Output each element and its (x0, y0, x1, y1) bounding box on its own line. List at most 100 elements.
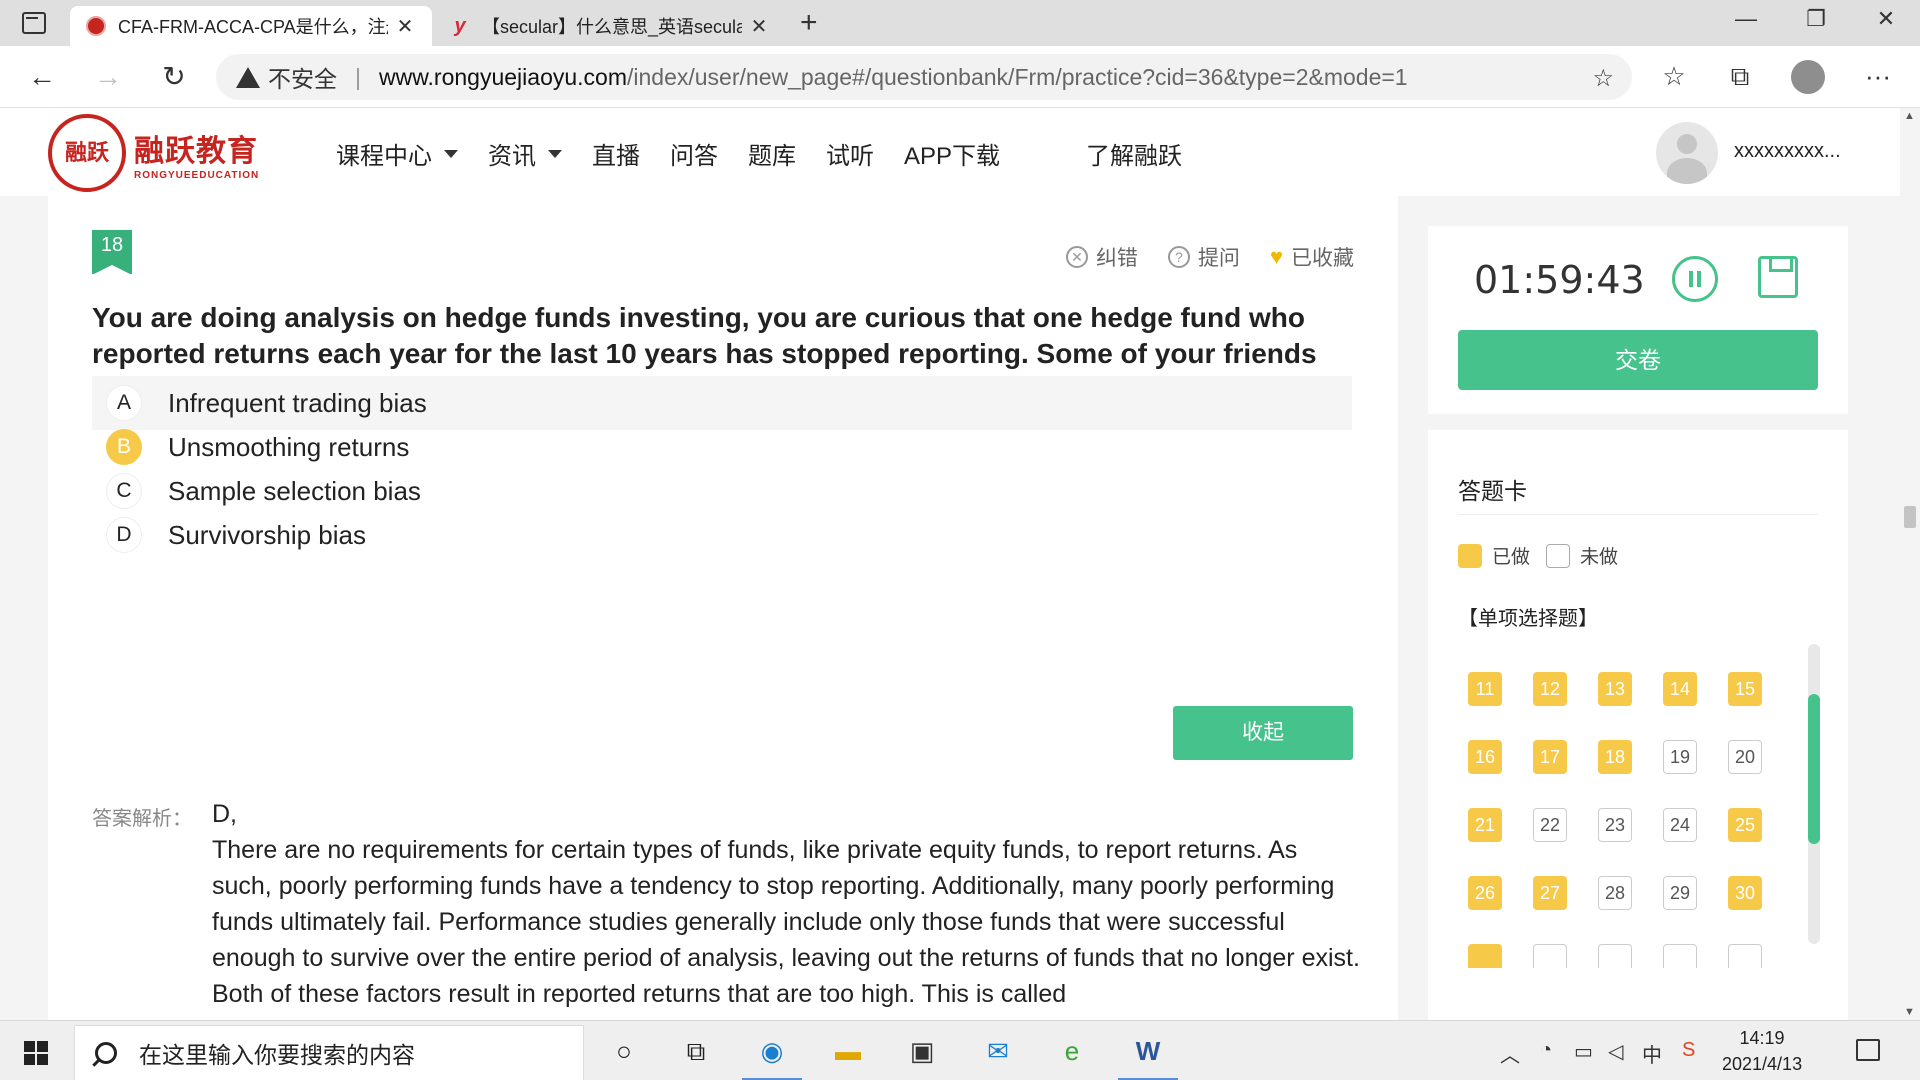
site-logo[interactable]: 融跃 融跃教育 RONGYUEEDUCATION (48, 114, 259, 192)
question-cell[interactable]: 23 (1598, 808, 1632, 842)
scrollbar-thumb[interactable] (1904, 506, 1916, 528)
scrollbar-thumb[interactable] (1808, 694, 1820, 844)
divider (1458, 514, 1818, 515)
question-cell[interactable] (1598, 944, 1632, 968)
collapse-button[interactable]: 收起 (1173, 706, 1353, 760)
menu-item-qa[interactable]: 问答 (670, 136, 718, 171)
page-scrollbar[interactable]: ▲ ▼ (1900, 108, 1920, 1020)
question-cell[interactable]: 26 (1468, 876, 1502, 910)
sogou-icon[interactable]: S (1682, 1039, 1695, 1062)
add-favorite-icon[interactable]: ☆ (1592, 64, 1614, 93)
tab-secular[interactable]: y 【secular】什么意思_英语secular… ✕ (440, 6, 780, 46)
pause-icon[interactable] (1672, 256, 1718, 302)
question-cell[interactable]: 17 (1533, 740, 1567, 774)
tab-close-icon[interactable]: ✕ (748, 14, 770, 39)
address-bar[interactable]: 不安全 | www.rongyuejiaoyu.com/index/user/n… (216, 54, 1632, 100)
question-cell[interactable] (1728, 944, 1762, 968)
question-cell[interactable]: 20 (1728, 740, 1762, 774)
question-cell[interactable]: 24 (1663, 808, 1697, 842)
minimize-button[interactable]: — (1726, 6, 1766, 32)
more-menu-icon[interactable]: ··· (1858, 58, 1898, 94)
menu-item-about[interactable]: 了解融跃 (1086, 136, 1182, 171)
menu-item-courses[interactable]: 课程中心 (336, 136, 458, 171)
question-cell[interactable]: 25 (1728, 808, 1762, 842)
collections-icon[interactable]: ⧉ (1720, 58, 1760, 94)
logo-seal: 融跃 (48, 114, 126, 192)
restore-button[interactable]: ❐ (1796, 6, 1836, 32)
question-cell[interactable]: 19 (1663, 740, 1697, 774)
scroll-up-icon[interactable]: ▲ (1904, 110, 1915, 122)
warning-icon[interactable] (236, 66, 260, 88)
browser-tab-bar: CFA-FRM-ACCA-CPA是什么，注册… ✕ y 【secular】什么意… (0, 0, 1920, 46)
question-cell[interactable]: 13 (1598, 672, 1632, 706)
forward-button[interactable]: → (88, 60, 128, 94)
browser-toolbar: ← → ↻ 不安全 | www.rongyuejiaoyu.com/index/… (0, 46, 1920, 108)
taskbar-search-input[interactable]: 在这里输入你要搜索的内容 (74, 1025, 584, 1080)
question-cell[interactable] (1663, 944, 1697, 968)
menu-item-news[interactable]: 资讯 (488, 136, 562, 171)
favorite-label: 已收藏 (1291, 247, 1354, 270)
close-window-button[interactable]: ✕ (1866, 6, 1906, 32)
file-explorer-icon[interactable]: ▬ (828, 1031, 868, 1071)
question-cell[interactable]: 16 (1468, 740, 1502, 774)
heart-icon: ♥ (1269, 244, 1283, 269)
favorites-icon[interactable]: ☆ (1654, 58, 1694, 94)
report-error-button[interactable]: ✕ 纠错 (1065, 242, 1138, 272)
tab-actions-icon[interactable] (22, 12, 46, 34)
notification-icon[interactable] (1856, 1039, 1880, 1061)
cortana-icon[interactable]: ○ (604, 1031, 644, 1071)
question-cell[interactable]: 22 (1533, 808, 1567, 842)
ie-browser-icon[interactable]: e (1052, 1031, 1092, 1071)
question-cell[interactable]: 30 (1728, 876, 1762, 910)
scroll-down-icon[interactable]: ▼ (1904, 1006, 1915, 1018)
menu-item-trial[interactable]: 试听 (826, 136, 874, 171)
question-cell[interactable] (1533, 944, 1567, 968)
answer-card-scrollbar[interactable] (1808, 644, 1820, 944)
user-name[interactable]: xxxxxxxxx... (1734, 140, 1841, 163)
volume-icon[interactable]: ◁ (1608, 1039, 1623, 1064)
menu-item-live[interactable]: 直播 (592, 136, 640, 171)
question-cell[interactable]: 18 (1598, 740, 1632, 774)
show-hidden-icons[interactable]: ︿ (1500, 1039, 1520, 1068)
user-avatar[interactable] (1656, 122, 1718, 184)
favorite-button[interactable]: ♥ 已收藏 (1270, 242, 1354, 272)
question-cell[interactable]: 11 (1468, 672, 1502, 706)
windows-start-icon[interactable] (24, 1041, 48, 1065)
site-logo-favicon-icon (86, 16, 106, 36)
ask-question-button[interactable]: ? 提问 (1167, 242, 1240, 272)
question-cell[interactable]: 15 (1728, 672, 1762, 706)
taskbar-clock[interactable]: 14:19 2021/4/13 (1722, 1025, 1802, 1077)
word-icon[interactable]: W (1118, 1031, 1178, 1080)
question-cell[interactable]: 21 (1468, 808, 1502, 842)
option-d[interactable]: D Survivorship bias (92, 508, 1352, 562)
question-cell[interactable]: 12 (1533, 672, 1567, 706)
option-text: Unsmoothing returns (168, 431, 410, 462)
question-actions: ✕ 纠错 ? 提问 ♥ 已收藏 (1036, 242, 1354, 272)
question-cell[interactable]: 28 (1598, 876, 1632, 910)
menu-item-app-download[interactable]: APP下载 (904, 136, 1000, 171)
save-icon[interactable] (1758, 256, 1798, 298)
question-cell[interactable] (1468, 944, 1502, 968)
question-panel: 18 ✕ 纠错 ? 提问 ♥ 已收藏 You are doing analysi… (48, 196, 1398, 1020)
url-separator: | (355, 63, 361, 90)
tab-close-icon[interactable]: ✕ (394, 14, 416, 39)
edge-browser-icon[interactable]: ◉ (742, 1031, 802, 1080)
tab-cfa-frm[interactable]: CFA-FRM-ACCA-CPA是什么，注册… ✕ (70, 6, 432, 46)
profile-avatar[interactable] (1791, 60, 1825, 94)
task-view-icon[interactable]: ⧉ (676, 1031, 716, 1071)
question-cell[interactable]: 29 (1663, 876, 1697, 910)
ime-indicator[interactable]: 中 (1642, 1039, 1662, 1068)
battery-icon[interactable]: ▭ (1574, 1039, 1593, 1064)
security-label[interactable]: 不安全 (268, 60, 337, 94)
wifi-icon[interactable]: ◔ (1540, 1039, 1552, 1062)
submit-exam-button[interactable]: 交卷 (1458, 330, 1818, 390)
question-cell[interactable]: 14 (1663, 672, 1697, 706)
mail-icon[interactable]: ✉ (978, 1031, 1018, 1071)
back-button[interactable]: ← (22, 60, 62, 94)
store-icon[interactable]: ▣ (902, 1031, 942, 1071)
tab-title: CFA-FRM-ACCA-CPA是什么，注册… (118, 17, 388, 37)
question-cell[interactable]: 27 (1533, 876, 1567, 910)
menu-item-question-bank[interactable]: 题库 (748, 136, 796, 171)
new-tab-button[interactable]: + (800, 6, 818, 40)
reload-button[interactable]: ↻ (154, 60, 194, 94)
